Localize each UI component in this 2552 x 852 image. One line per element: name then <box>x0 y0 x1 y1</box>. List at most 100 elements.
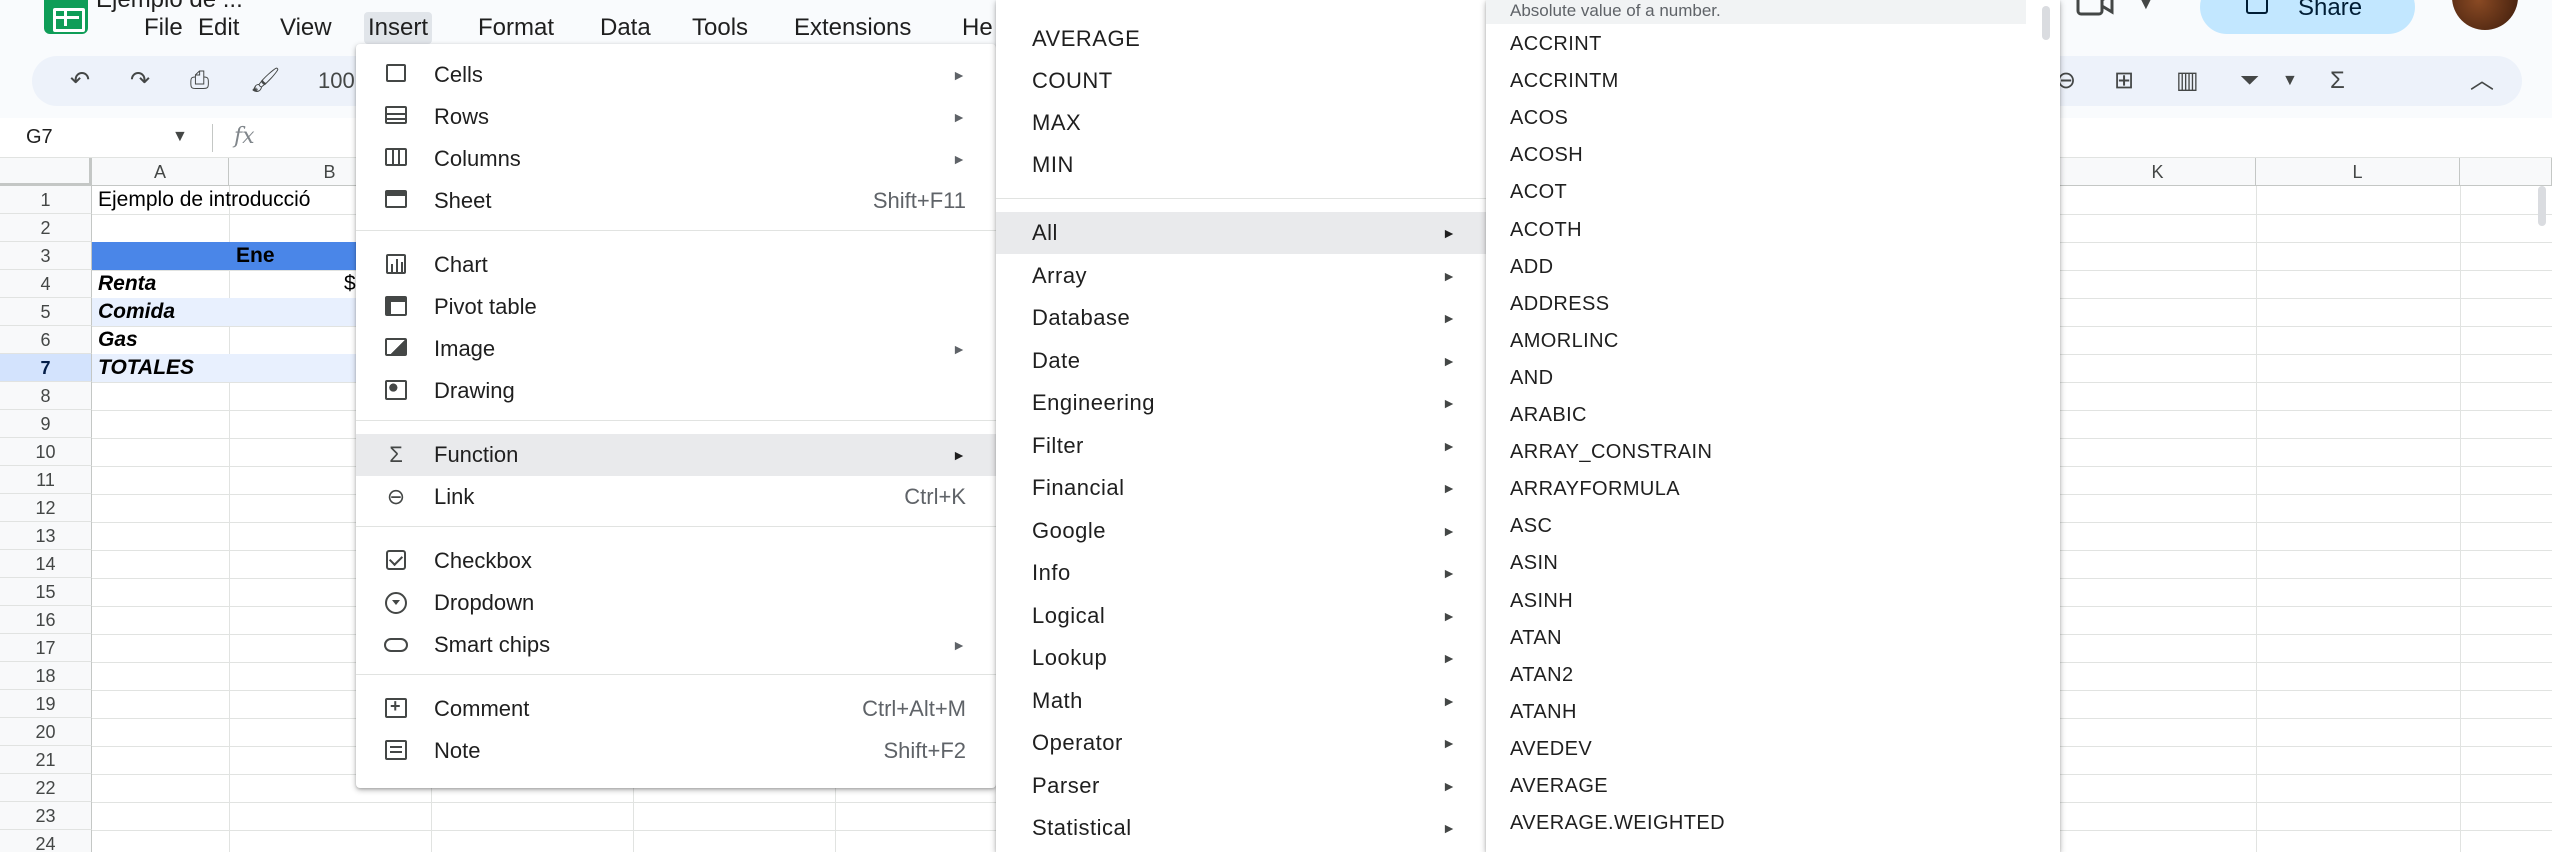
function-item[interactable]: ACOSH <box>1486 137 2060 174</box>
row-header[interactable]: 12 <box>0 494 92 522</box>
row-header[interactable]: 14 <box>0 550 92 578</box>
insert-rows[interactable]: Rows ► <box>356 96 996 138</box>
function-category-item[interactable]: Engineering ► <box>996 382 1486 424</box>
function-category-item[interactable]: Logical ► <box>996 595 1486 637</box>
cell-a4[interactable]: Renta <box>98 270 156 298</box>
function-item[interactable]: ARRAY_CONSTRAIN <box>1486 434 2060 471</box>
function-category-item[interactable]: Date ► <box>996 340 1486 382</box>
row-header[interactable]: 24 <box>0 830 92 852</box>
function-category-item[interactable]: Filter ► <box>996 425 1486 467</box>
print-icon[interactable]: ⎙ <box>190 68 209 94</box>
function-category-item[interactable]: Database ► <box>996 297 1486 339</box>
function-item[interactable]: AVERAGE.WEIGHTED <box>1486 805 2060 842</box>
function-category-item[interactable]: Math ► <box>996 680 1486 722</box>
insert-link[interactable]: ⊖ Link Ctrl+K <box>356 476 996 518</box>
functions-icon[interactable]: Σ <box>2330 68 2345 94</box>
cell-a7[interactable]: TOTALES <box>98 354 194 382</box>
function-item[interactable]: ARRAYFORMULA <box>1486 471 2060 508</box>
row-header[interactable]: 15 <box>0 578 92 606</box>
function-item[interactable]: ACCRINT <box>1486 26 2060 63</box>
insert-drawing[interactable]: Drawing <box>356 370 996 412</box>
row-header[interactable]: 4 <box>0 270 92 298</box>
insert-comment[interactable]: Comment Ctrl+Alt+M <box>356 688 996 730</box>
share-button[interactable]: Share <box>2200 0 2415 34</box>
row-header[interactable]: 3 <box>0 242 92 270</box>
insert-sheet[interactable]: Sheet Shift+F11 <box>356 180 996 222</box>
col-header-m[interactable] <box>2460 158 2552 186</box>
vertical-scrollbar[interactable] <box>2538 186 2546 226</box>
row-header[interactable]: 21 <box>0 746 92 774</box>
function-item[interactable]: ASIN <box>1486 545 2060 582</box>
function-item[interactable]: ASC <box>1486 508 2060 545</box>
zoom-select[interactable]: 100 <box>318 68 355 94</box>
menu-extensions[interactable]: Extensions <box>790 12 915 44</box>
function-item[interactable]: AMORLINC <box>1486 323 2060 360</box>
avatar[interactable] <box>2452 0 2518 30</box>
insert-note[interactable]: Note Shift+F2 <box>356 730 996 772</box>
undo-icon[interactable]: ↶ <box>70 68 90 94</box>
col-header-a[interactable]: A <box>92 158 229 186</box>
row-header[interactable]: 10 <box>0 438 92 466</box>
function-item[interactable]: ACCRINTM <box>1486 63 2060 100</box>
menu-format[interactable]: Format <box>474 12 558 44</box>
insert-columns[interactable]: Columns ► <box>356 138 996 180</box>
function-category-item[interactable]: Array ► <box>996 255 1486 297</box>
sheets-logo-icon[interactable] <box>44 0 88 34</box>
function-item[interactable]: ATANH <box>1486 694 2060 731</box>
collapse-toolbar-icon[interactable]: ︿ <box>2470 68 2494 94</box>
function-item[interactable]: ATAN2 <box>1486 657 2060 694</box>
function-category-item[interactable]: All ► <box>996 212 1486 254</box>
function-item[interactable]: AVERAGE <box>1486 768 2060 805</box>
insert-function[interactable]: Σ Function ► <box>356 434 996 476</box>
filter-icon[interactable]: ⏷ <box>2240 68 2259 94</box>
cell-b4[interactable]: $ <box>344 270 356 298</box>
function-item[interactable]: ACOT <box>1486 174 2060 211</box>
insert-chart[interactable]: Chart <box>356 244 996 286</box>
menu-view[interactable]: View <box>276 12 336 44</box>
row-header[interactable]: 7 <box>0 354 92 382</box>
cell-a6[interactable]: Gas <box>98 326 138 354</box>
menu-edit[interactable]: Edit <box>194 12 243 44</box>
function-category-item[interactable]: Operator ► <box>996 722 1486 764</box>
function-item[interactable]: AND <box>1486 360 2060 397</box>
function-count[interactable]: COUNT <box>996 60 1486 102</box>
row-header[interactable]: 9 <box>0 410 92 438</box>
menu-file[interactable]: File <box>140 12 187 44</box>
insert-cells[interactable]: Cells ► <box>356 54 996 96</box>
function-category-item[interactable]: Parser ► <box>996 765 1486 807</box>
insert-comment-icon[interactable]: ⊞ <box>2114 68 2134 94</box>
function-min[interactable]: MIN <box>996 144 1486 186</box>
function-item[interactable]: ASINH <box>1486 583 2060 620</box>
function-category-item[interactable]: Google ► <box>996 510 1486 552</box>
cell-a5[interactable]: Comida <box>98 298 175 326</box>
function-item[interactable]: ARABIC <box>1486 397 2060 434</box>
row-header[interactable]: 11 <box>0 466 92 494</box>
row-header[interactable]: 6 <box>0 326 92 354</box>
function-max[interactable]: MAX <box>996 102 1486 144</box>
function-category-item[interactable]: Financial ► <box>996 467 1486 509</box>
redo-icon[interactable]: ↷ <box>130 68 150 94</box>
insert-image[interactable]: Image ► <box>356 328 996 370</box>
function-category-item[interactable]: Info ► <box>996 552 1486 594</box>
insert-pivot-table[interactable]: Pivot table <box>356 286 996 328</box>
row-header[interactable]: 22 <box>0 774 92 802</box>
filter-chevron-icon[interactable]: ▼ <box>2282 68 2298 94</box>
row-header[interactable]: 2 <box>0 214 92 242</box>
meet-chevron-icon[interactable]: ▼ <box>2138 0 2154 14</box>
name-box[interactable]: G7 <box>26 126 53 149</box>
function-item[interactable]: ACOS <box>1486 100 2060 137</box>
row-header[interactable]: 18 <box>0 662 92 690</box>
cell-a1[interactable]: Ejemplo de introducció <box>98 186 310 214</box>
cell-b3[interactable]: Ene <box>236 242 275 270</box>
function-item[interactable]: ACOTH <box>1486 212 2060 249</box>
insert-checkbox[interactable]: Checkbox <box>356 540 996 582</box>
col-header-l[interactable]: L <box>2256 158 2460 186</box>
row-header[interactable]: 19 <box>0 690 92 718</box>
menu-data[interactable]: Data <box>596 12 655 44</box>
function-average[interactable]: AVERAGE <box>996 18 1486 60</box>
function-item[interactable]: AVEDEV <box>1486 731 2060 768</box>
row-header[interactable]: 1 <box>0 186 92 214</box>
row-header[interactable]: 5 <box>0 298 92 326</box>
name-box-chevron-icon[interactable]: ▼ <box>172 128 188 146</box>
paint-format-icon[interactable]: 🖌 <box>250 68 280 94</box>
